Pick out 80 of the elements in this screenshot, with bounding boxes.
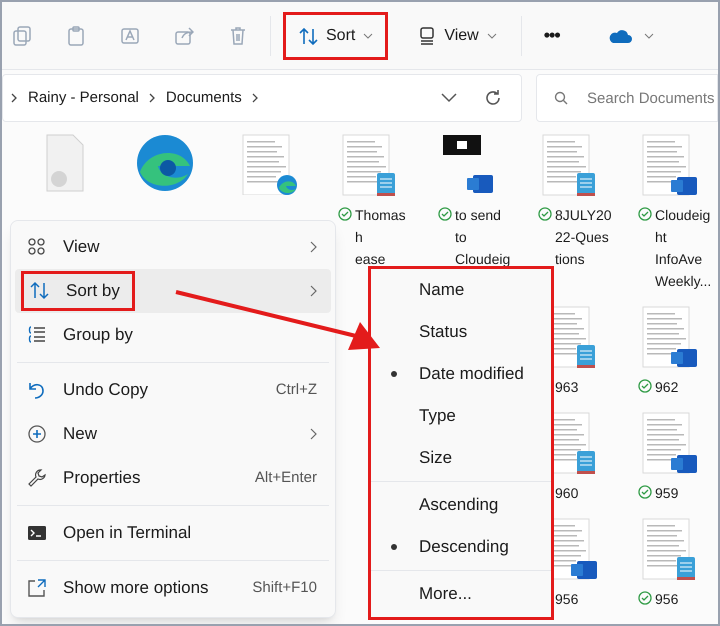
cloud-icon: [608, 28, 632, 44]
file-icon: [46, 134, 84, 192]
shortcut-label: Shift+F10: [252, 578, 317, 598]
breadcrumb[interactable]: Documents: [166, 86, 242, 110]
file-name: 8JULY20: [555, 206, 612, 225]
chevron-right-icon: [148, 93, 156, 103]
wrench-icon: [27, 468, 47, 488]
breadcrumb[interactable]: Rainy - Personal: [28, 86, 139, 110]
menu-item[interactable]: Sort by: [15, 269, 331, 313]
clipboard-icon[interactable]: [66, 24, 86, 46]
menu-item[interactable]: Type: [371, 395, 551, 437]
file-name: ease: [355, 250, 386, 269]
menu-item[interactable]: Status: [371, 311, 551, 353]
share-icon[interactable]: [174, 24, 194, 46]
menu-item[interactable]: Group by: [15, 313, 331, 357]
file-name: tions: [555, 250, 586, 269]
terminal-icon: [27, 523, 47, 543]
document-thumbnail: [642, 518, 696, 580]
menu-item[interactable]: Size: [371, 437, 551, 479]
chevron-right-icon: [252, 93, 259, 103]
grid-icon: [27, 237, 47, 257]
menu-item[interactable]: Open in Terminal: [15, 511, 331, 555]
document-thumbnail: [642, 306, 698, 368]
shortcut-label: Ctrl+Z: [276, 380, 317, 400]
view-button[interactable]: View: [406, 14, 509, 58]
menu-item[interactable]: Date modified: [371, 353, 551, 395]
file-name: Cloudeig: [455, 250, 510, 269]
file-name: Cloudeig: [655, 206, 712, 225]
file-name: h: [355, 228, 364, 247]
document-thumbnail: [442, 134, 494, 194]
plus-circle-icon: [27, 424, 47, 444]
file-name: 962: [655, 378, 678, 397]
menu-item[interactable]: View: [15, 225, 331, 269]
expand-icon: [27, 578, 47, 598]
sort-icon: [298, 26, 318, 46]
file-name: 956: [655, 590, 678, 609]
file-name: to: [455, 228, 468, 247]
file-name: Thomas: [355, 206, 406, 225]
chevron-down-icon: [486, 32, 497, 38]
document-thumbnail: [642, 134, 698, 196]
copy-icon[interactable]: [12, 24, 32, 46]
menu-item[interactable]: Ascending: [371, 484, 551, 526]
menu-item[interactable]: More...: [371, 573, 551, 615]
search-icon: [554, 91, 568, 105]
sort-button[interactable]: Sort: [283, 12, 388, 60]
edge-icon: [136, 134, 194, 192]
menu-item[interactable]: Undo Copy Ctrl+Z: [15, 368, 331, 412]
chevron-down-icon: [363, 32, 374, 38]
cloud-button[interactable]: [608, 28, 654, 44]
chevron-right-icon: [11, 93, 18, 103]
file-name: Weekly...: [655, 272, 712, 291]
view-icon: [418, 26, 436, 46]
chevron-down-icon: [644, 32, 654, 38]
document-thumbnail: [642, 412, 698, 474]
more-button[interactable]: •••: [544, 22, 560, 49]
address-bar[interactable]: Rainy - Personal Documents: [2, 74, 522, 122]
file-name: 960: [555, 484, 578, 503]
refresh-icon[interactable]: [483, 88, 503, 108]
document-thumbnail: [542, 134, 596, 196]
menu-item[interactable]: Descending: [371, 526, 551, 568]
document-thumbnail: [242, 134, 298, 195]
trash-icon[interactable]: [228, 24, 248, 46]
file-name: 956: [555, 590, 578, 609]
file-name: to send: [455, 206, 502, 225]
file-name: ht: [655, 228, 668, 247]
group-icon: [27, 325, 47, 345]
chevron-down-icon[interactable]: [441, 93, 457, 103]
menu-item[interactable]: New: [15, 412, 331, 456]
menu-item[interactable]: Name: [371, 269, 551, 311]
menu-item[interactable]: Properties Alt+Enter: [15, 456, 331, 500]
menu-item[interactable]: Show more options Shift+F10: [15, 566, 331, 610]
undo-icon: [27, 380, 47, 400]
search-field[interactable]: Search Documents: [536, 74, 718, 122]
file-name: 22-Ques: [555, 228, 610, 247]
document-thumbnail: [342, 134, 396, 196]
sort-icon: [30, 281, 50, 301]
shortcut-label: Alt+Enter: [254, 468, 317, 488]
file-name: 959: [655, 484, 678, 503]
file-name: 963: [555, 378, 578, 397]
file-name: InfoAve: [655, 250, 704, 269]
